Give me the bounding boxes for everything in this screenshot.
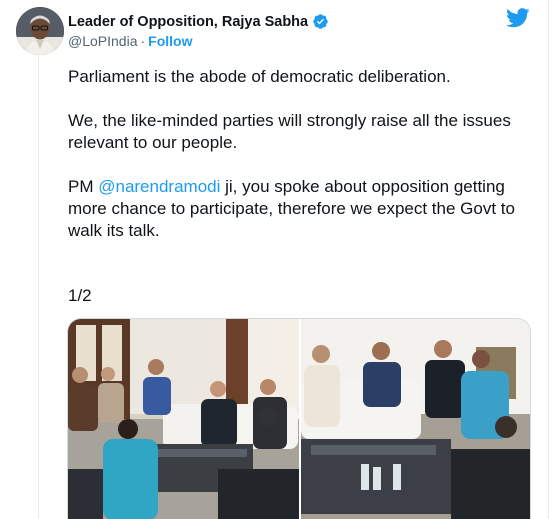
divider (548, 0, 549, 519)
avatar[interactable] (16, 7, 64, 55)
twitter-bird-icon[interactable] (506, 8, 530, 28)
media-grid (67, 318, 531, 519)
mention-link[interactable]: @narendramodi (98, 177, 220, 196)
handle[interactable]: @LoPIndia (68, 33, 137, 49)
display-name[interactable]: Leader of Opposition, Rajya Sabha (68, 14, 308, 30)
follow-button[interactable]: Follow (148, 33, 192, 49)
tweet-text: Parliament is the abode of democratic de… (68, 66, 538, 264)
author-name-row[interactable]: Leader of Opposition, Rajya Sabha (68, 13, 329, 30)
verified-badge-icon (313, 14, 328, 29)
photo-meeting-left[interactable] (68, 319, 299, 519)
tweet-paragraph-1: Parliament is the abode of democratic de… (68, 67, 451, 86)
tweet-paragraph-3-start: PM (68, 177, 99, 196)
handle-row: @LoPIndia · Follow (68, 33, 192, 49)
tweet-card: Leader of Opposition, Rajya Sabha @LoPIn… (0, 0, 556, 519)
separator: · (140, 33, 146, 49)
tweet-paragraph-3: PM @narendramodi ji, you spoke about opp… (68, 176, 538, 242)
thread-counter: 1/2 (68, 286, 92, 305)
photo-meeting-right[interactable] (301, 319, 530, 519)
tweet-paragraph-2: We, the like-minded parties will strongl… (68, 111, 511, 152)
thread-line (38, 52, 39, 519)
